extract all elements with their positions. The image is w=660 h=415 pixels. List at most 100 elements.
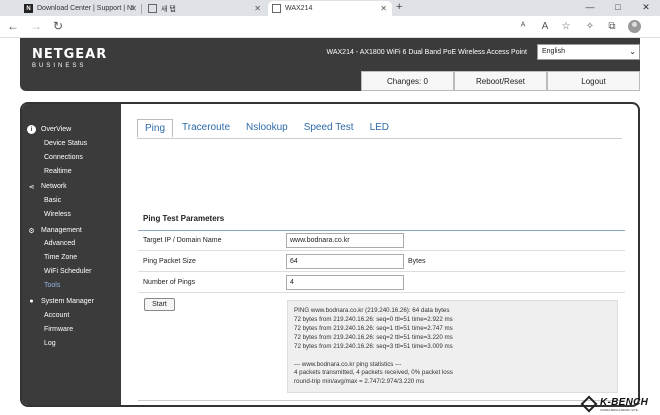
output-line: --- www.bodnara.co.kr ping statistics --…	[294, 360, 402, 368]
favorite-star-icon[interactable]: ☆	[560, 21, 572, 33]
section-title: Ping Test Parameters	[143, 214, 225, 223]
page-icon	[148, 4, 157, 13]
forward-arrow-icon[interactable]: →	[30, 19, 42, 33]
language-select[interactable]: English ⌄	[537, 44, 640, 60]
chevron-down-icon: ⌄	[629, 47, 636, 56]
main-frame: i OverView Device Status Connections Rea…	[20, 102, 640, 407]
sidebar-item-wifi-scheduler[interactable]: WiFi Scheduler	[44, 268, 91, 275]
sidebar-item-connections[interactable]: Connections	[44, 154, 83, 161]
extensions-icon[interactable]: ✧	[584, 21, 596, 33]
reboot-reset-button[interactable]: Reboot/Reset	[454, 71, 547, 91]
tab-led[interactable]: LED	[363, 119, 396, 137]
output-line: 72 bytes from 219.240.16.26: seq=0 ttl=5…	[294, 315, 453, 323]
info-icon: i	[27, 125, 36, 134]
target-field-row: Target IP / Domain Name www.bodnara.co.k…	[138, 231, 625, 251]
changes-button[interactable]: Changes: 0	[361, 71, 454, 91]
output-line: round-trip min/avg/max = 2.747/2.974/3.2…	[294, 378, 425, 386]
browser-tab-title: WAX214	[285, 5, 313, 12]
minimize-button[interactable]: —	[576, 0, 604, 16]
browser-tab-wax214[interactable]: WAX214 ✕	[268, 1, 392, 16]
netgear-favicon-icon: N	[24, 4, 33, 13]
output-line: 72 bytes from 219.240.16.26: seq=3 ttl=5…	[294, 342, 453, 350]
sidebar-item-advanced[interactable]: Advanced	[44, 240, 75, 247]
kbench-logo-icon	[580, 395, 598, 413]
watermark-subtext: KOREA BENCHMARK SITE	[600, 408, 638, 412]
ping-output-box: PING www.bodnara.co.kr (219.240.16.26): …	[287, 300, 618, 393]
tab-ping[interactable]: Ping	[137, 119, 174, 137]
packet-size-row: Ping Packet Size 64 Bytes	[138, 252, 625, 272]
sidebar-item-log[interactable]: Log	[44, 340, 56, 347]
device-model-title: WAX214 - AX1800 WiFi 6 Dual Band PoE Wir…	[326, 49, 528, 56]
ping-count-input[interactable]: 4	[286, 275, 404, 290]
packet-size-unit: Bytes	[408, 258, 426, 265]
sidebar-group-overview[interactable]: i OverView	[27, 125, 71, 134]
watermark-text: K-BENCH	[600, 397, 649, 408]
close-tab-icon[interactable]: ✕	[254, 4, 261, 13]
tab-speed-test[interactable]: Speed Test	[297, 119, 361, 137]
tab-separator	[141, 4, 142, 14]
tab-nslookup[interactable]: Nslookup	[239, 119, 295, 137]
target-domain-input[interactable]: www.bodnara.co.kr	[286, 233, 404, 248]
maximize-button[interactable]: □	[604, 0, 632, 16]
read-aloud-icon[interactable]: A	[539, 21, 551, 33]
sidebar-item-device-status[interactable]: Device Status	[44, 140, 87, 147]
reload-icon[interactable]: ↻	[53, 19, 63, 33]
sidebar-group-network[interactable]: ⋖ Network	[27, 182, 67, 191]
kbench-watermark: K-BENCH KOREA BENCHMARK SITE	[580, 395, 658, 413]
browser-tab-title: 새 탭	[161, 5, 176, 13]
sidebar-item-realtime[interactable]: Realtime	[44, 168, 72, 175]
header-button-bar: Changes: 0 Reboot/Reset Logout	[361, 71, 640, 91]
address-bar[interactable]	[72, 19, 502, 35]
translate-icon[interactable]: ᴬ	[517, 21, 529, 33]
output-line: 4 packets transmitted, 4 packets receive…	[294, 369, 453, 377]
page-icon	[272, 4, 281, 13]
browser-toolbar: ← → ↻ ᴬ A ☆ ✧ ⧉	[0, 16, 660, 38]
netgear-logo: NETGEAR BUSINESS	[32, 47, 107, 69]
tools-content: Ping Traceroute Nslookup Speed Test LED …	[121, 104, 638, 405]
sidebar-item-basic[interactable]: Basic	[44, 197, 61, 204]
browser-tab-new-tab[interactable]: 새 탭 ✕	[144, 1, 266, 16]
gear-icon: ⚙	[28, 227, 35, 235]
language-value: English	[542, 48, 565, 55]
logo-sub-text: BUSINESS	[32, 63, 87, 69]
browser-tab-strip: N Download Center | Support | NI ✕ 새 탭 ✕…	[0, 0, 660, 16]
logo-main-text: NETGEAR	[32, 47, 108, 62]
output-blank-line	[294, 352, 611, 361]
share-network-icon: ⋖	[28, 183, 35, 191]
start-button[interactable]: Start	[144, 298, 175, 311]
back-arrow-icon[interactable]: ←	[7, 19, 19, 33]
browser-tab-title: Download Center | Support | NI	[37, 5, 135, 12]
tools-tabs: Ping Traceroute Nslookup Speed Test LED	[137, 119, 398, 137]
output-line: PING www.bodnara.co.kr (219.240.16.26): …	[294, 307, 450, 314]
netgear-header: NETGEAR BUSINESS WAX214 - AX1800 WiFi 6 …	[20, 38, 640, 91]
sidebar-group-label: System Manager	[41, 298, 94, 305]
netgear-admin-page: NETGEAR BUSINESS WAX214 - AX1800 WiFi 6 …	[0, 38, 660, 415]
packet-size-label: Ping Packet Size	[143, 258, 196, 265]
target-field-label: Target IP / Domain Name	[143, 237, 222, 244]
sidebar-group-label: OverView	[41, 126, 72, 133]
browser-tab-download-center[interactable]: N Download Center | Support | NI ✕	[20, 1, 142, 16]
bottom-rule	[138, 400, 625, 401]
sidebar: i OverView Device Status Connections Rea…	[22, 104, 121, 405]
new-tab-button[interactable]: +	[396, 1, 402, 13]
sidebar-group-management[interactable]: ⚙ Management	[27, 226, 82, 235]
collections-icon[interactable]: ⧉	[606, 21, 618, 33]
logout-button[interactable]: Logout	[547, 71, 640, 91]
user-icon: ●	[29, 298, 34, 305]
sidebar-item-account[interactable]: Account	[44, 312, 69, 319]
sidebar-group-system-manager[interactable]: ● System Manager	[27, 297, 94, 306]
profile-avatar[interactable]	[628, 20, 641, 33]
ping-count-row: Number of Pings 4	[138, 273, 625, 293]
sidebar-item-tools[interactable]: Tools	[44, 282, 60, 289]
sidebar-group-label: Management	[41, 227, 82, 234]
close-tab-icon[interactable]: ✕	[130, 4, 137, 13]
window-controls: — □ ✕	[576, 0, 660, 16]
packet-size-input[interactable]: 64	[286, 254, 404, 269]
close-tab-icon[interactable]: ✕	[380, 4, 387, 13]
sidebar-item-firmware[interactable]: Firmware	[44, 326, 73, 333]
close-window-button[interactable]: ✕	[632, 0, 660, 16]
sidebar-item-time-zone[interactable]: Time Zone	[44, 254, 77, 261]
tab-traceroute[interactable]: Traceroute	[175, 119, 237, 137]
tab-divider	[137, 138, 622, 139]
sidebar-item-wireless[interactable]: Wireless	[44, 211, 71, 218]
